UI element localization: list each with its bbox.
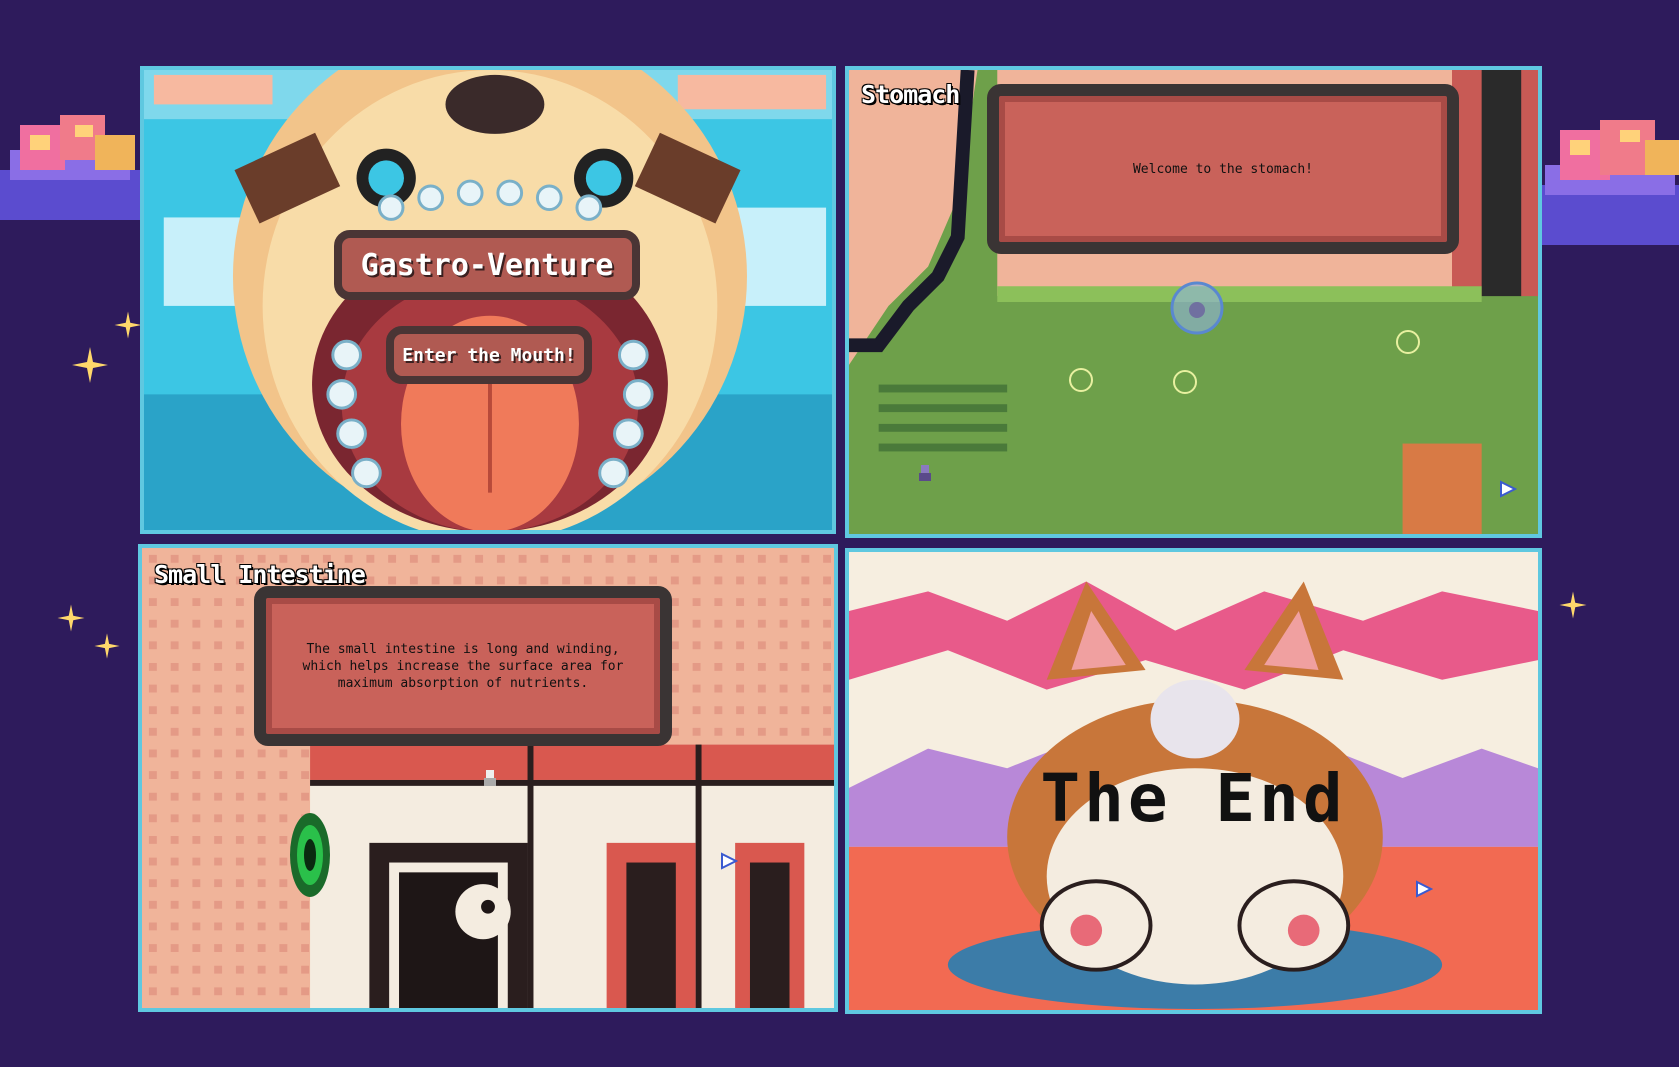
bubble-icon (1173, 370, 1197, 394)
player-sprite-icon[interactable] (917, 465, 933, 483)
stomach-dialog-text: Welcome to the stomach! (1132, 161, 1313, 177)
sparkle-icon (72, 347, 108, 383)
cursor-arrow-icon (1500, 480, 1517, 498)
player-sprite-icon[interactable] (482, 770, 498, 788)
sparkle-icon (114, 311, 142, 339)
cursor-arrow-icon (1416, 880, 1433, 898)
small-intestine-dialog-box: The small intestine is long and winding,… (254, 586, 672, 746)
enter-mouth-button[interactable]: Enter the Mouth! (386, 326, 592, 384)
stomach-panel: Stomach Welcome to the stomach! (845, 66, 1542, 538)
pixel-cloud-icon (0, 115, 140, 220)
bubble-icon (1170, 281, 1224, 335)
small-intestine-dialog-text: The small intestine is long and winding,… (302, 641, 624, 691)
title-screen-panel: Gastro-Venture Enter the Mouth! (140, 66, 836, 534)
scene-label-small-intestine: Small Intestine (154, 560, 366, 589)
ending-panel: The End (845, 548, 1542, 1014)
title-screen-art (144, 70, 832, 530)
sparkle-icon (94, 633, 120, 659)
bubble-icon (1069, 368, 1093, 392)
ending-title: The End (1040, 760, 1347, 837)
bubble-icon (1396, 330, 1420, 354)
sparkle-icon (1559, 591, 1587, 619)
scene-label-stomach: Stomach (861, 80, 960, 109)
portal-icon[interactable] (288, 810, 332, 900)
game-title: Gastro-Venture (334, 230, 640, 300)
stomach-dialog-box: Welcome to the stomach! (987, 84, 1459, 254)
sparkle-icon (57, 604, 85, 632)
cursor-arrow-icon (721, 852, 738, 870)
small-intestine-panel: Small Intestine The small intestine is l… (138, 544, 838, 1012)
pixel-cloud-icon (1540, 120, 1679, 245)
